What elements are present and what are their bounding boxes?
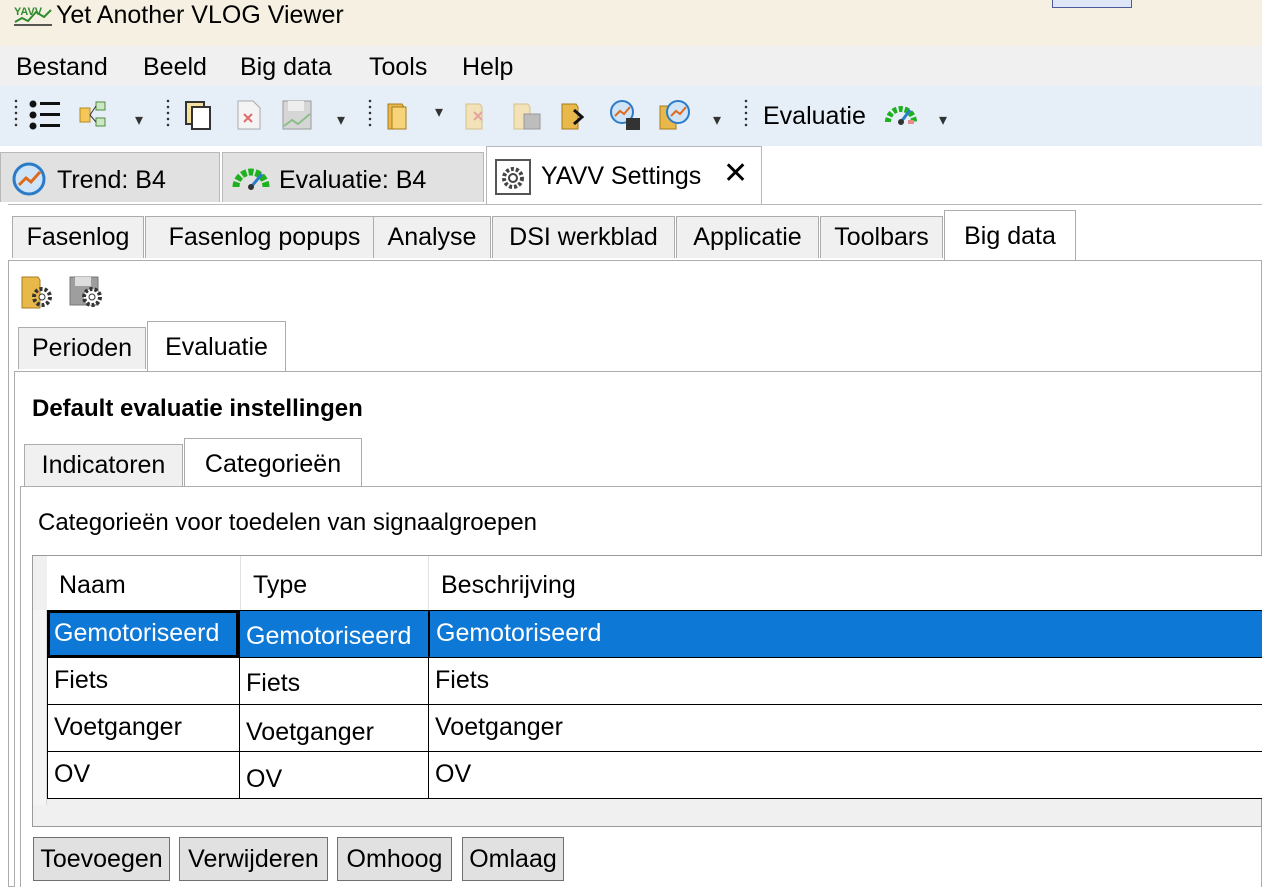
settings-icon	[495, 159, 531, 195]
cell-naam[interactable]: Fiets	[47, 657, 240, 705]
tab-categorieen[interactable]: Categorieën	[184, 438, 362, 488]
table-row[interactable]: Voetganger Voetganger Voetganger	[47, 704, 1262, 752]
menu-beeld[interactable]: Beeld	[143, 52, 207, 82]
column-header-beschrijving[interactable]: Beschrijving	[429, 556, 1262, 610]
cell-type[interactable]: Voetganger	[239, 704, 429, 752]
column-header-naam[interactable]: Naam	[47, 556, 241, 610]
structure-icon[interactable]	[78, 98, 112, 132]
tab-applicatie[interactable]: Applicatie	[676, 216, 819, 258]
tab-label: YAVV Settings	[541, 162, 702, 190]
tab-indicatoren[interactable]: Indicatoren	[24, 444, 183, 486]
row-header-column	[33, 610, 47, 805]
gauge-icon[interactable]	[884, 98, 918, 132]
tab-toolbars[interactable]: Toolbars	[820, 216, 943, 258]
cell-type[interactable]: OV	[239, 751, 429, 799]
document-tabs: Trend: B4 Evaluatie: B4 YAVV Settings ✕	[0, 146, 1262, 204]
cell-beschrijving[interactable]: Voetganger	[428, 704, 1262, 752]
cell-naam[interactable]: Gemotoriseerd	[47, 610, 239, 658]
tab-evaluatie[interactable]: Evaluatie	[147, 321, 286, 371]
tab-trend-b4[interactable]: Trend: B4	[0, 152, 220, 202]
tab-perioden[interactable]: Perioden	[18, 327, 146, 369]
toolbar-grip[interactable]	[166, 98, 170, 128]
close-icon[interactable]: ✕	[723, 157, 748, 191]
list-icon[interactable]	[28, 98, 62, 132]
table-row[interactable]: OV OV OV	[47, 751, 1262, 799]
tab-fasenlog[interactable]: Fasenlog	[12, 216, 144, 258]
toolbar-grip[interactable]	[368, 98, 372, 128]
svg-text:YAVV: YAVV	[14, 6, 43, 18]
tab-analyse[interactable]: Analyse	[373, 216, 491, 258]
toolbar-evaluatie-label[interactable]: Evaluatie	[763, 101, 866, 131]
tab-label: Evaluatie: B4	[279, 166, 427, 194]
remove-button[interactable]: Verwijderen	[179, 837, 328, 881]
yavv-logo-icon: YAVV	[14, 6, 52, 26]
cell-type[interactable]: Gemotoriseerd	[239, 610, 429, 658]
menu-big-data[interactable]: Big data	[240, 52, 332, 82]
open-settings-folder-icon[interactable]	[20, 273, 58, 311]
toolbar-overflow-icon[interactable]: ▾	[130, 108, 148, 134]
gauge-icon	[232, 168, 270, 190]
folder-next-icon[interactable]	[558, 98, 592, 132]
cell-naam[interactable]: OV	[47, 751, 240, 799]
toolbar: ▾ ▾ ▾ ▾ Evaluatie ▾	[0, 86, 1262, 146]
trend-save-icon[interactable]	[608, 98, 642, 132]
grid-header: Naam Type Beschrijving	[47, 556, 1262, 610]
title-bar-control[interactable]	[1052, 0, 1132, 8]
window-title: Yet Another VLOG Viewer	[56, 1, 344, 29]
open-folder-icon[interactable]	[384, 98, 418, 132]
trend-icon	[12, 162, 46, 196]
tab-evaluatie-b4[interactable]: Evaluatie: B4	[222, 152, 484, 202]
menu-help[interactable]: Help	[462, 52, 513, 82]
table-row[interactable]: Gemotoriseerd Gemotoriseerd Gemotoriseer…	[47, 610, 1262, 658]
menu-bar: Bestand Beeld Big data Tools Help	[0, 46, 1262, 86]
column-header-type[interactable]: Type	[241, 556, 429, 610]
tab-dsi-werkblad[interactable]: DSI werkblad	[492, 216, 675, 258]
section-title: Default evaluatie instellingen	[32, 395, 363, 422]
close-file-icon[interactable]	[232, 98, 266, 132]
move-up-button[interactable]: Omhoog	[337, 837, 452, 881]
cell-beschrijving[interactable]: Fiets	[428, 657, 1262, 705]
save-yavv-icon[interactable]	[280, 98, 314, 132]
open-dropdown-icon[interactable]: ▾	[430, 100, 448, 126]
tab-fasenlog-popups[interactable]: Fasenlog popups	[145, 216, 384, 258]
table-row[interactable]: Fiets Fiets Fiets	[47, 657, 1262, 705]
menu-tools[interactable]: Tools	[369, 52, 427, 82]
menu-bestand[interactable]: Bestand	[16, 52, 108, 82]
toolbar-grip[interactable]	[744, 98, 748, 128]
move-down-button[interactable]: Omlaag	[462, 837, 564, 881]
save-settings-icon[interactable]	[68, 273, 106, 311]
toolbar-overflow-icon[interactable]: ▾	[332, 108, 350, 134]
title-bar: YAVV Yet Another VLOG Viewer	[0, 0, 1262, 46]
cell-naam[interactable]: Voetganger	[47, 704, 240, 752]
save-folder-icon[interactable]	[510, 98, 544, 132]
tab-yavv-settings[interactable]: YAVV Settings ✕	[486, 146, 762, 204]
cell-beschrijving[interactable]: OV	[428, 751, 1262, 799]
categories-description: Categorieën voor toedelen van signaalgro…	[38, 509, 538, 536]
tab-label: Trend: B4	[57, 166, 166, 194]
tab-big-data[interactable]: Big data	[944, 210, 1076, 260]
trend-folder-icon[interactable]	[658, 98, 692, 132]
cell-type[interactable]: Fiets	[239, 657, 429, 705]
add-button[interactable]: Toevoegen	[33, 837, 170, 881]
divider	[8, 204, 1262, 205]
close-folder-icon[interactable]	[462, 98, 496, 132]
toolbar-overflow-icon[interactable]: ▾	[934, 108, 952, 134]
cell-beschrijving[interactable]: Gemotoriseerd	[429, 610, 1262, 658]
copy-icon[interactable]	[182, 98, 216, 132]
toolbar-grip[interactable]	[14, 98, 18, 128]
toolbar-overflow-icon[interactable]: ▾	[708, 108, 726, 134]
categories-grid[interactable]: Naam Type Beschrijving Gemotoriseerd Gem…	[32, 555, 1262, 827]
